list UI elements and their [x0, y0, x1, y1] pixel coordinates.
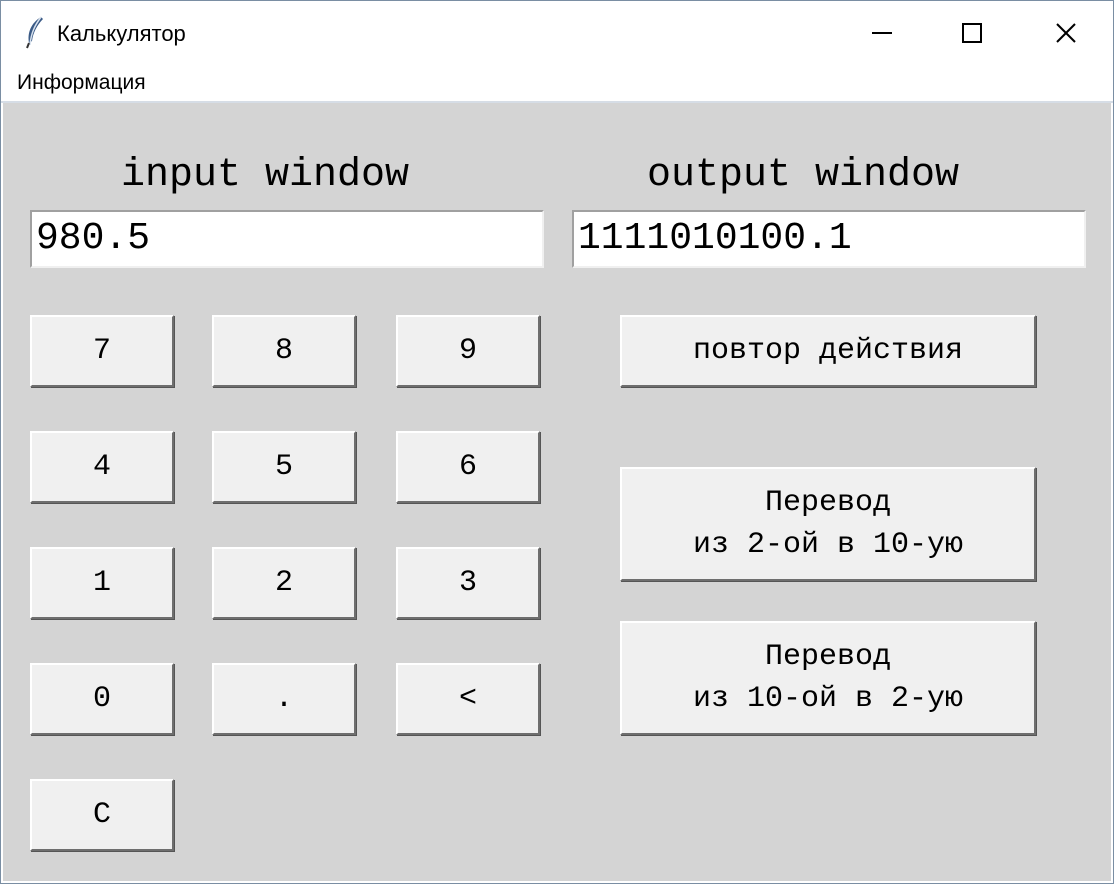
key-9-label: 9	[458, 334, 477, 368]
key-1-button[interactable]: 1	[30, 547, 174, 619]
key-0-button[interactable]: 0	[30, 663, 174, 735]
feather-icon	[23, 15, 47, 49]
backspace-label: <	[458, 682, 477, 716]
decimal-point-label: .	[274, 682, 293, 716]
key-8-button[interactable]: 8	[212, 315, 356, 387]
binary-to-decimal-button[interactable]: Перевод из 2-ой в 10-ую	[620, 467, 1036, 581]
key-2-label: 2	[274, 566, 293, 600]
calculator-body: input window output window 980.5 1111010…	[3, 103, 1111, 881]
output-field[interactable]: 1111010100.1	[572, 210, 1086, 268]
decimal-to-binary-button[interactable]: Перевод из 10-ой в 2-ую	[620, 621, 1036, 735]
repeat-action-button[interactable]: повтор действия	[620, 315, 1036, 387]
maximize-button[interactable]	[925, 1, 1019, 65]
input-window-heading: input window	[121, 153, 410, 198]
key-2-button[interactable]: 2	[212, 547, 356, 619]
key-5-label: 5	[274, 450, 293, 484]
key-6-label: 6	[458, 450, 477, 484]
title-bar[interactable]: Калькулятор	[1, 1, 1113, 65]
key-6-button[interactable]: 6	[396, 431, 540, 503]
minimize-icon	[872, 32, 892, 34]
calculator-window: Калькулятор Информация input window outp…	[0, 0, 1114, 884]
menu-bar: Информация	[1, 65, 1113, 101]
close-icon	[1056, 23, 1076, 43]
binary-to-decimal-label: Перевод из 2-ой в 10-ую	[692, 486, 964, 562]
key-3-button[interactable]: 3	[396, 547, 540, 619]
backspace-button[interactable]: <	[396, 663, 540, 735]
key-9-button[interactable]: 9	[396, 315, 540, 387]
key-3-label: 3	[458, 566, 477, 600]
key-7-label: 7	[92, 334, 111, 368]
maximize-icon	[962, 23, 982, 43]
decimal-point-button[interactable]: .	[212, 663, 356, 735]
clear-button[interactable]: C	[30, 779, 174, 851]
key-1-label: 1	[92, 566, 111, 600]
key-4-button[interactable]: 4	[30, 431, 174, 503]
key-4-label: 4	[92, 450, 111, 484]
close-button[interactable]	[1019, 1, 1113, 65]
repeat-action-label: повтор действия	[692, 334, 964, 368]
key-8-label: 8	[274, 334, 293, 368]
clear-label: C	[92, 798, 111, 832]
key-7-button[interactable]: 7	[30, 315, 174, 387]
window-title: Калькулятор	[57, 21, 186, 46]
key-0-label: 0	[92, 682, 111, 716]
output-window-heading: output window	[647, 153, 960, 198]
key-5-button[interactable]: 5	[212, 431, 356, 503]
menu-item-information[interactable]: Информация	[17, 71, 146, 95]
input-field[interactable]: 980.5	[30, 210, 544, 268]
minimize-button[interactable]	[835, 1, 929, 65]
decimal-to-binary-label: Перевод из 10-ой в 2-ую	[692, 640, 964, 716]
